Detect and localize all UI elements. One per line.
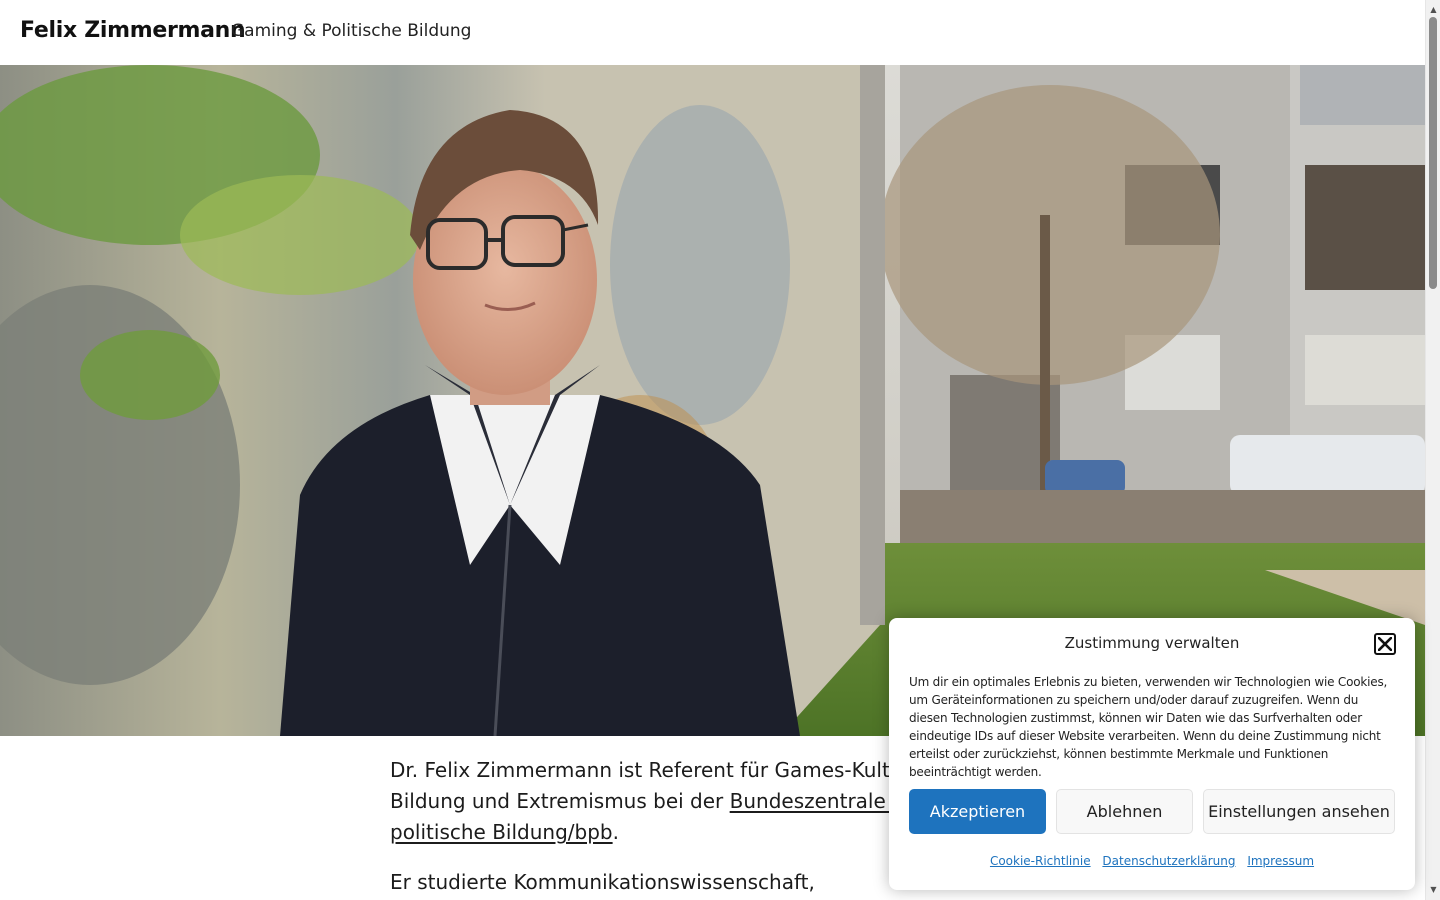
bio-paragraph-2: Er studierte Kommunikationswissenschaft, bbox=[390, 870, 815, 894]
bio-text-part: Dr. Felix Zimmermann ist Referent für Ga… bbox=[390, 758, 918, 782]
scroll-up-icon[interactable]: ▲ bbox=[1426, 2, 1440, 17]
site-title[interactable]: Felix Zimmermann bbox=[20, 18, 246, 43]
privacy-policy-link[interactable]: Datenschutzerklärung bbox=[1102, 854, 1235, 868]
cookie-consent-dialog: Zustimmung verwalten Um dir ein optimale… bbox=[889, 618, 1415, 890]
scroll-down-icon[interactable]: ▼ bbox=[1426, 882, 1440, 897]
close-icon bbox=[1378, 637, 1392, 651]
bio-text-part: Bildung und Extremismus bei der bbox=[390, 789, 730, 813]
cookie-links: Cookie-Richtlinie Datenschutzerklärung I… bbox=[889, 854, 1415, 868]
close-button[interactable] bbox=[1374, 633, 1396, 655]
site-header: Felix Zimmermann Gaming & Politische Bil… bbox=[0, 0, 1425, 65]
site-tagline: Gaming & Politische Bildung bbox=[231, 21, 472, 41]
imprint-link[interactable]: Impressum bbox=[1247, 854, 1314, 868]
deny-button[interactable]: Ablehnen bbox=[1056, 789, 1193, 834]
page-scrollbar[interactable]: ▲ ▼ bbox=[1425, 0, 1440, 900]
cookie-dialog-title: Zustimmung verwalten bbox=[1064, 634, 1240, 652]
bio-text: Dr. Felix Zimmermann ist Referent für Ga… bbox=[390, 755, 950, 900]
bio-paragraph-1: Dr. Felix Zimmermann ist Referent für Ga… bbox=[390, 755, 950, 848]
cookie-description: Um dir ein optimales Erlebnis zu bieten,… bbox=[909, 675, 1388, 779]
accept-button[interactable]: Akzeptieren bbox=[909, 789, 1046, 834]
bio-text-part: . bbox=[612, 820, 619, 844]
cookie-policy-link[interactable]: Cookie-Richtlinie bbox=[990, 854, 1091, 868]
view-settings-button[interactable]: Einstellungen ansehen bbox=[1203, 789, 1395, 834]
scroll-thumb[interactable] bbox=[1429, 17, 1437, 289]
